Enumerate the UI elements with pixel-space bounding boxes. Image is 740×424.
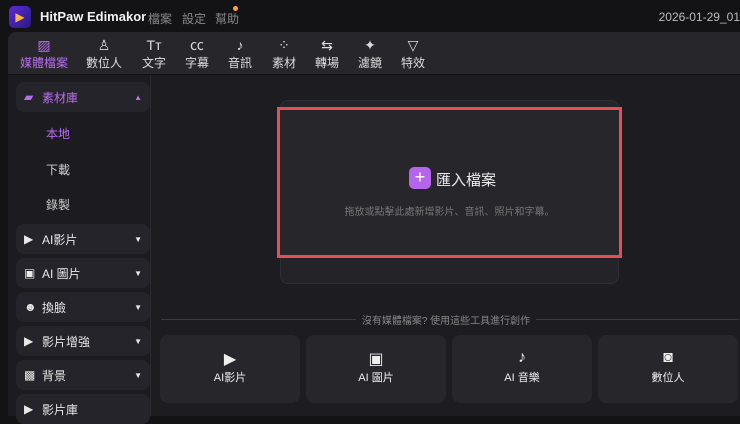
menu-file[interactable]: 檔案 bbox=[148, 10, 172, 27]
chevron-up-icon: ▲ bbox=[134, 92, 142, 102]
menu-settings[interactable]: 設定 bbox=[182, 10, 206, 27]
sidebar-sub-local[interactable]: 本地 bbox=[46, 125, 70, 142]
folder-icon: ▰ bbox=[24, 90, 34, 104]
background-icon: ▩ bbox=[24, 368, 36, 382]
chevron-down-icon: ▼ bbox=[134, 302, 142, 312]
project-name: 2026-01-29_01 bbox=[658, 10, 740, 24]
sidebar-sub-download[interactable]: 下載 bbox=[46, 161, 70, 178]
chevron-down-icon: ▼ bbox=[134, 336, 142, 346]
sidebar-sub-record[interactable]: 錄製 bbox=[46, 196, 70, 213]
app-logo-icon: ▶ bbox=[9, 6, 31, 28]
avatar-icon: ♙ bbox=[97, 37, 111, 53]
filter-icon: ✦ bbox=[364, 37, 376, 53]
tab-transition[interactable]: ⇆ 轉場 bbox=[305, 36, 349, 71]
music-icon: ♪ bbox=[236, 37, 244, 53]
tab-avatar[interactable]: ♙ 數位人 bbox=[82, 36, 126, 71]
menu-help[interactable]: 幫助 bbox=[215, 10, 239, 27]
tab-media[interactable]: ▨ 媒體檔案 bbox=[18, 36, 70, 71]
face-icon: ☻ bbox=[24, 300, 37, 314]
sidebar-item-video-library[interactable]: ▶ 影片庫 bbox=[16, 394, 150, 424]
ai-image-icon: ▣ bbox=[24, 266, 36, 280]
notification-dot bbox=[233, 6, 238, 11]
tab-subtitle[interactable]: ㏄字幕 bbox=[175, 36, 219, 71]
sidebar-item-library[interactable]: ▰ 素材庫 ▲ bbox=[16, 82, 150, 112]
chevron-down-icon: ▼ bbox=[134, 234, 142, 244]
chevron-down-icon: ▼ bbox=[134, 370, 142, 380]
chevron-down-icon: ▼ bbox=[134, 268, 142, 278]
ai-music-icon: ♪ bbox=[518, 349, 526, 366]
effect-icon: ▽ bbox=[407, 37, 419, 53]
import-drop-zone[interactable]: + 匯入檔案 拖放或點擊此處新增影片、音訊、照片和字幕。 bbox=[277, 107, 622, 258]
sidebar-item-face-swap[interactable]: ☻ 換臉 ▼ bbox=[16, 292, 150, 322]
sidebar-item-enhance[interactable]: ▶ 影片增強 ▼ bbox=[16, 326, 150, 356]
avatar-icon: ◙ bbox=[663, 349, 673, 366]
tab-assets[interactable]: ⁘ 素材 bbox=[262, 36, 306, 71]
media-icon: ▨ bbox=[37, 37, 51, 53]
ai-video-icon: ▶ bbox=[223, 351, 237, 368]
enhance-icon: ▶ bbox=[24, 334, 34, 348]
divider-text: 沒有媒體檔案? 使用這些工具進行創作 bbox=[355, 316, 537, 327]
sidebar-item-ai-image[interactable]: ▣ AI 圖片 ▼ bbox=[16, 258, 150, 288]
transition-icon: ⇆ bbox=[321, 37, 333, 53]
tab-audio[interactable]: ♪ 音訊 bbox=[218, 36, 262, 71]
toolbar: ▨ 媒體檔案 ♙ 數位人 Tт 文字 ㏄字幕 ♪ 音訊 ⁘ 素材 ⇆ 轉場 ✦ 濾鏡 ▽ 特效 bbox=[8, 32, 740, 74]
sidebar-item-ai-video[interactable]: ▶ AI影片 ▼ bbox=[16, 224, 150, 254]
text-icon: Tт bbox=[146, 37, 162, 53]
plus-icon: + bbox=[409, 167, 431, 189]
card-ai-video[interactable]: ▶ AI影片 bbox=[160, 335, 300, 403]
sidebar: ▰ 素材庫 ▲ 本地 下載 錄製 ▶ AI影片 ▼ ▣ AI 圖片 ▼ ☻ 換臉 ▼ ▶ 影片增強… bbox=[8, 75, 150, 424]
import-files-label: 匯入檔案 bbox=[436, 172, 497, 189]
ai-image-icon: ▣ bbox=[368, 351, 384, 368]
assets-icon: ⁘ bbox=[278, 37, 290, 53]
video-library-icon: ▶ bbox=[24, 402, 34, 416]
ai-video-icon: ▶ bbox=[24, 232, 34, 246]
sidebar-item-background[interactable]: ▩ 背景 ▼ bbox=[16, 360, 150, 390]
tab-text[interactable]: Tт 文字 bbox=[132, 36, 176, 71]
main-panel: + 匯入檔案 拖放或點擊此處新增影片、音訊、照片和字幕。 沒有媒體檔案? 使用這… bbox=[150, 75, 740, 416]
card-ai-music[interactable]: ♪ AI 音樂 bbox=[452, 335, 592, 403]
card-ai-image[interactable]: ▣ AI 圖片 bbox=[306, 335, 446, 403]
subtitle-icon: ㏄ bbox=[190, 37, 204, 53]
import-hint: 拖放或點擊此處新增影片、音訊、照片和字幕。 bbox=[344, 207, 555, 218]
tab-effect[interactable]: ▽ 特效 bbox=[391, 36, 435, 71]
title-bar: ▶ HitPaw Edimakor 檔案 設定 幫助 2026-01-29_01 bbox=[0, 0, 740, 32]
app-name: HitPaw Edimakor bbox=[40, 9, 147, 24]
tab-filter[interactable]: ✦ 濾鏡 bbox=[348, 36, 392, 71]
card-digital-human[interactable]: ◙ 數位人 bbox=[598, 335, 738, 403]
